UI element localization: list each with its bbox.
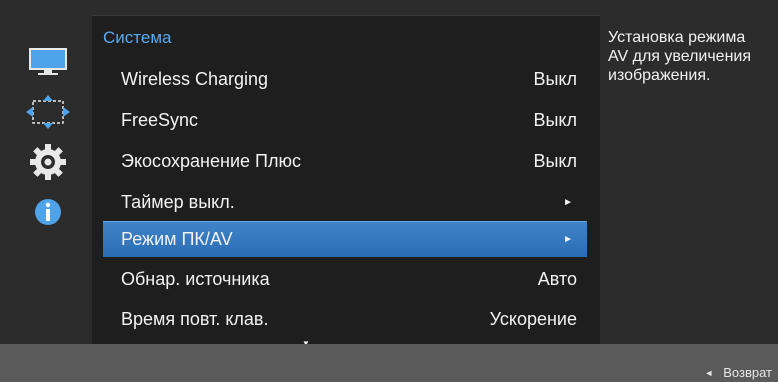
menu-item-freesync[interactable]: FreeSync Выкл: [103, 102, 587, 138]
menu-item-pc-av-mode[interactable]: Режим ПК/AV ►: [103, 221, 587, 257]
menu-item-off-timer[interactable]: Таймер выкл. ►: [103, 184, 587, 220]
menu-item-value: Выкл: [533, 109, 577, 130]
menu-item-source-detection[interactable]: Обнар. источника Авто: [103, 261, 587, 297]
picture-icon[interactable]: [22, 40, 74, 84]
menu-item-eco-saving-plus[interactable]: Экосохранение Плюс Выкл: [103, 143, 587, 179]
help-description: Установка режима AV для увеличения изобр…: [608, 29, 752, 84]
submenu-arrow-icon: ►: [563, 196, 573, 208]
menu-item-label: Режим ПК/AV: [121, 229, 233, 249]
menu-item-value: Выкл: [533, 68, 577, 89]
menu-title: Система: [103, 28, 172, 47]
system-gear-icon[interactable]: [22, 140, 74, 184]
menu-item-value: Выкл: [533, 150, 577, 171]
info-icon[interactable]: [22, 190, 74, 234]
menu-item-wireless-charging[interactable]: Wireless Charging Выкл: [103, 61, 587, 97]
back-arrow-icon: ◄: [704, 367, 714, 378]
menu-item-label: Таймер выкл.: [121, 191, 235, 212]
submenu-arrow-icon: ►: [563, 234, 573, 245]
menu-item-value: Ускорение: [489, 308, 577, 329]
category-sidebar: [22, 40, 74, 270]
footer-bar: ◄ Возврат: [0, 344, 778, 382]
screen-adjust-icon[interactable]: [22, 90, 74, 134]
menu-item-value: Авто: [537, 268, 577, 289]
menu-item-label: Wireless Charging: [121, 68, 269, 89]
menu-item-label: Экосохранение Плюс: [121, 150, 301, 171]
menu-item-label: Обнар. источника: [121, 268, 270, 289]
menu-item-key-repeat-time[interactable]: Время повт. клав. Ускорение: [103, 301, 587, 337]
system-menu-panel: Система Wireless Charging Выкл FreeSync …: [92, 15, 600, 353]
menu-item-label: Время повт. клав.: [121, 308, 269, 329]
menu-item-label: FreeSync: [121, 109, 199, 130]
osd-screen: Система Wireless Charging Выкл FreeSync …: [0, 0, 778, 382]
return-label: Возврат: [723, 365, 772, 380]
return-button[interactable]: ◄ Возврат: [704, 365, 772, 380]
